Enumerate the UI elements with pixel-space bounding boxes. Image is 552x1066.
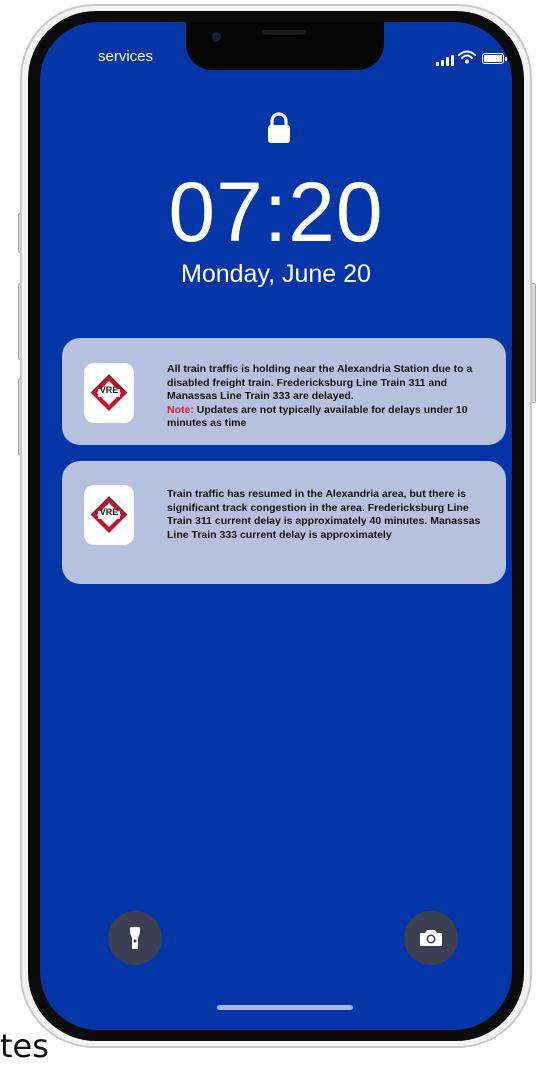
battery-icon <box>482 53 507 64</box>
notification-card[interactable]: VRE All train traffic is holding near th… <box>62 338 506 445</box>
earpiece-speaker <box>262 30 306 35</box>
flashlight-button[interactable] <box>108 911 162 965</box>
note-label: Note: <box>167 403 194 416</box>
vre-logo-text: VRE <box>99 507 119 517</box>
notification-card[interactable]: VRE Train traffic has resumed in the Ale… <box>62 461 506 584</box>
notch <box>186 22 384 70</box>
clock-time: 07:20 <box>168 165 384 259</box>
front-camera <box>212 32 221 41</box>
notification-message: All train traffic is holding near the Al… <box>167 363 488 431</box>
lock-screen: services 07:20 Monday, June 20 VRE All t… <box>40 22 512 1030</box>
wifi-icon <box>458 50 476 64</box>
cellular-signal-icon <box>436 55 454 66</box>
caption-text: tes <box>0 1027 49 1065</box>
vre-app-icon: VRE <box>84 363 134 423</box>
camera-button[interactable] <box>404 911 458 965</box>
home-indicator[interactable] <box>217 1005 353 1010</box>
flashlight-icon <box>130 927 140 949</box>
notification-body: All train traffic is holding near the Al… <box>167 363 473 402</box>
lock-icon <box>268 112 290 143</box>
note-text: Updates are not typically available for … <box>167 403 468 430</box>
notification-message: Train traffic has resumed in the Alexand… <box>167 488 481 541</box>
clock-date: Monday, June 20 <box>181 260 371 288</box>
vre-app-icon: VRE <box>84 485 134 545</box>
camera-icon <box>420 930 442 946</box>
vre-logo-text: VRE <box>99 385 119 395</box>
carrier-label: services <box>98 48 154 65</box>
